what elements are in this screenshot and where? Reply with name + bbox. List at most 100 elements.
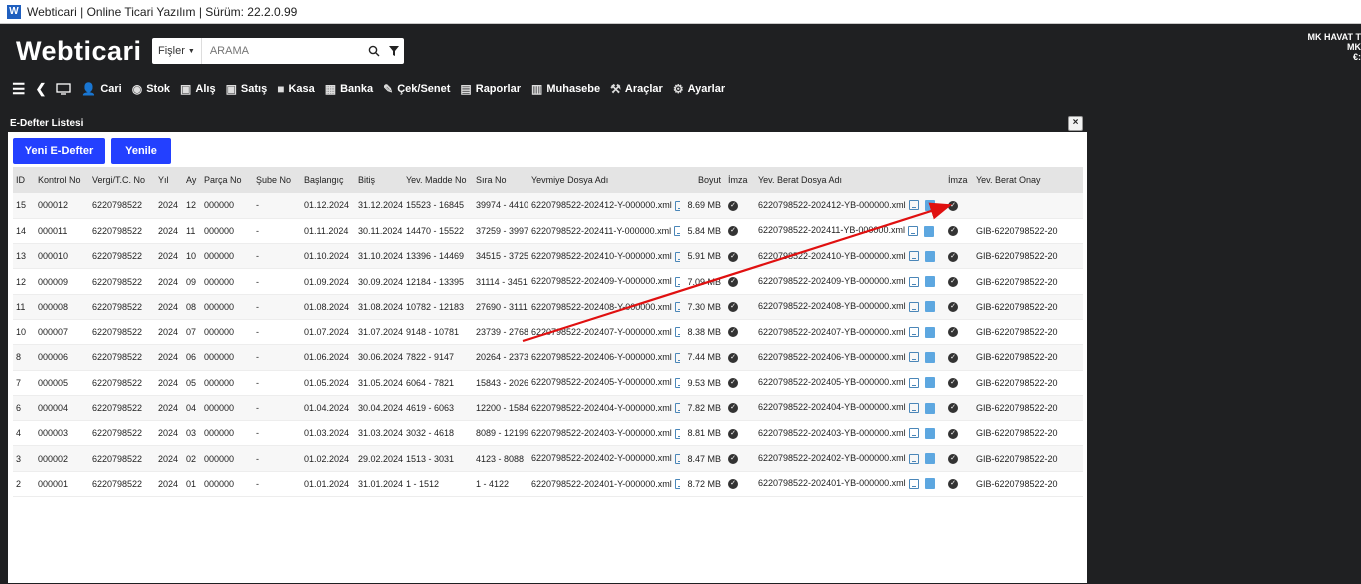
- cell-imza2: ✓: [945, 268, 973, 295]
- file-view-icon[interactable]: [674, 200, 680, 211]
- file-view-icon[interactable]: [907, 226, 918, 236]
- cell-imza2: ✓: [945, 395, 973, 422]
- column-header[interactable]: İmza: [725, 167, 755, 193]
- column-header[interactable]: Yev. Madde No: [403, 167, 473, 193]
- column-header[interactable]: Kontrol No: [35, 167, 89, 193]
- table-row[interactable]: 11 000008 6220798522 2024 08 000000 - 01.08.202…: [13, 294, 1083, 320]
- file-view-icon[interactable]: [674, 302, 680, 313]
- column-header[interactable]: Başlangıç: [301, 167, 355, 193]
- column-header[interactable]: Parça No: [201, 167, 253, 193]
- cell-bas-text: 01.04.2024: [304, 403, 350, 414]
- file-view-icon[interactable]: [908, 403, 919, 414]
- file-view-icon[interactable]: [908, 453, 919, 464]
- close-icon[interactable]: ×: [1068, 116, 1083, 131]
- new-edefter-button[interactable]: Yeni E-Defter: [13, 138, 105, 164]
- column-header[interactable]: Boyut: [680, 167, 725, 193]
- upload-icon[interactable]: [924, 326, 935, 338]
- table-row[interactable]: 2 000001 6220798522 2024 01 000000 - 01.01.2024…: [13, 471, 1083, 498]
- nav-araclar[interactable]: ⚒ Araçlar: [610, 82, 663, 96]
- table-row[interactable]: 3 000002 6220798522 2024 02 000000 - 01.02.2024…: [13, 445, 1083, 472]
- table-row[interactable]: 7 000005 6220798522 2024 05 000000 - 01.05.2024…: [13, 370, 1083, 396]
- filter-icon[interactable]: [384, 38, 404, 64]
- table-row[interactable]: 8 000006 6220798522 2024 06 000000 - 01.06.2024…: [13, 344, 1083, 371]
- cell-bas-text: 01.12.2024: [304, 200, 350, 211]
- upload-icon[interactable]: [924, 453, 935, 465]
- cell-id-text: 3: [16, 453, 22, 464]
- column-header[interactable]: ID: [13, 167, 35, 193]
- upload-icon[interactable]: [924, 250, 935, 262]
- column-header[interactable]: Yıl: [155, 167, 183, 193]
- table-row[interactable]: 4 000003 6220798522 2024 03 000000 - 01.03.2024…: [13, 420, 1083, 447]
- upload-icon[interactable]: [924, 301, 935, 313]
- logo[interactable]: Webticari: [16, 36, 142, 67]
- file-view-icon[interactable]: [908, 251, 919, 262]
- table-row[interactable]: 14 000011 6220798522 2024 11 000000 - 01.11.202…: [13, 218, 1083, 245]
- file-view-icon[interactable]: [674, 479, 680, 490]
- table-row[interactable]: 13 000010 6220798522 2024 10 000000 - 01.10.202…: [13, 243, 1083, 270]
- column-header[interactable]: Sıra No: [473, 167, 528, 193]
- nav-banka[interactable]: ▦ Banka: [325, 82, 373, 96]
- upload-icon[interactable]: [924, 276, 935, 288]
- file-view-icon[interactable]: [674, 352, 680, 363]
- search-input[interactable]: [201, 38, 364, 64]
- check-icon: ✓: [948, 479, 958, 490]
- nav-satis[interactable]: ▣ Satış: [226, 82, 268, 96]
- back-icon[interactable]: ❮: [35, 81, 46, 97]
- cell-parca: 000000: [201, 243, 253, 270]
- cell-sube-text: -: [256, 352, 259, 363]
- cell-bit-text: 31.01.2024: [358, 478, 403, 489]
- nav-kasa[interactable]: ■ Kasa: [277, 82, 315, 96]
- file-view-icon[interactable]: [908, 327, 919, 338]
- search-type-dropdown[interactable]: Fişler ▼: [152, 38, 202, 64]
- upload-icon[interactable]: [924, 402, 935, 414]
- file-view-icon[interactable]: [908, 428, 919, 439]
- file-view-icon[interactable]: [908, 352, 919, 363]
- upload-icon[interactable]: [924, 377, 935, 389]
- table-row[interactable]: 12 000009 6220798522 2024 09 000000 - 01.09.202…: [13, 268, 1083, 295]
- column-header[interactable]: Yev. Berat Onay: [973, 167, 1083, 193]
- file-view-icon[interactable]: [674, 276, 680, 287]
- file-view-icon[interactable]: [908, 377, 919, 388]
- column-header[interactable]: Yev. Berat Dosya Adı: [755, 167, 945, 193]
- file-view-icon[interactable]: [674, 251, 680, 262]
- column-header[interactable]: Bitiş: [355, 167, 403, 193]
- nav-cari[interactable]: 👤 Cari: [81, 82, 121, 96]
- column-header[interactable]: İmza: [945, 167, 973, 193]
- refresh-button[interactable]: Yenile: [111, 138, 171, 164]
- table-row[interactable]: 15 000012 6220798522 2024 12 000000 - 01.12.202…: [13, 193, 1083, 219]
- nav-banka-label: Banka: [340, 83, 374, 95]
- nav-alis[interactable]: ▣ Alış: [180, 82, 216, 96]
- file-view-icon[interactable]: [908, 200, 919, 211]
- file-view-icon[interactable]: [674, 226, 680, 237]
- nav-raporlar[interactable]: ▤ Raporlar: [460, 82, 521, 96]
- search-icon[interactable]: [364, 38, 384, 64]
- cell-berat-text: 6220798522-202408-YB-000000.xml: [758, 301, 906, 312]
- file-view-icon[interactable]: [674, 378, 680, 389]
- nav-ayarlar[interactable]: ⚙ Ayarlar: [673, 82, 725, 96]
- upload-icon[interactable]: [924, 351, 935, 363]
- column-header[interactable]: Şube No: [253, 167, 301, 193]
- menu-icon[interactable]: ☰: [12, 80, 25, 98]
- table-row[interactable]: 6 000004 6220798522 2024 04 000000 - 01.04.2024…: [13, 395, 1083, 422]
- file-view-icon[interactable]: [674, 453, 680, 464]
- column-header[interactable]: Vergi/T.C. No: [89, 167, 155, 193]
- upload-icon[interactable]: [924, 199, 935, 211]
- upload-icon[interactable]: [924, 427, 935, 439]
- column-header[interactable]: Ay: [183, 167, 201, 193]
- file-view-icon[interactable]: [674, 327, 680, 338]
- nav-muhasebe[interactable]: ▥ Muhasebe: [531, 82, 600, 96]
- file-view-icon[interactable]: [674, 403, 680, 414]
- upload-icon[interactable]: [924, 478, 935, 490]
- table-row[interactable]: 10 000007 6220798522 2024 07 000000 - 01.07.202…: [13, 319, 1083, 346]
- file-view-icon[interactable]: [908, 301, 919, 312]
- nav-stok[interactable]: ◉ Stok: [132, 82, 170, 96]
- panel-title: E-Defter Listesi: [10, 118, 84, 129]
- nav-alis-label: Alış: [195, 83, 216, 95]
- upload-icon[interactable]: [923, 225, 934, 237]
- file-view-icon[interactable]: [674, 428, 680, 439]
- file-view-icon[interactable]: [908, 478, 919, 489]
- nav-cek-senet[interactable]: ✎ Çek/Senet: [383, 82, 450, 96]
- monitor-icon[interactable]: [56, 83, 72, 95]
- column-header[interactable]: Yevmiye Dosya Adı: [528, 167, 680, 193]
- file-view-icon[interactable]: [908, 276, 919, 287]
